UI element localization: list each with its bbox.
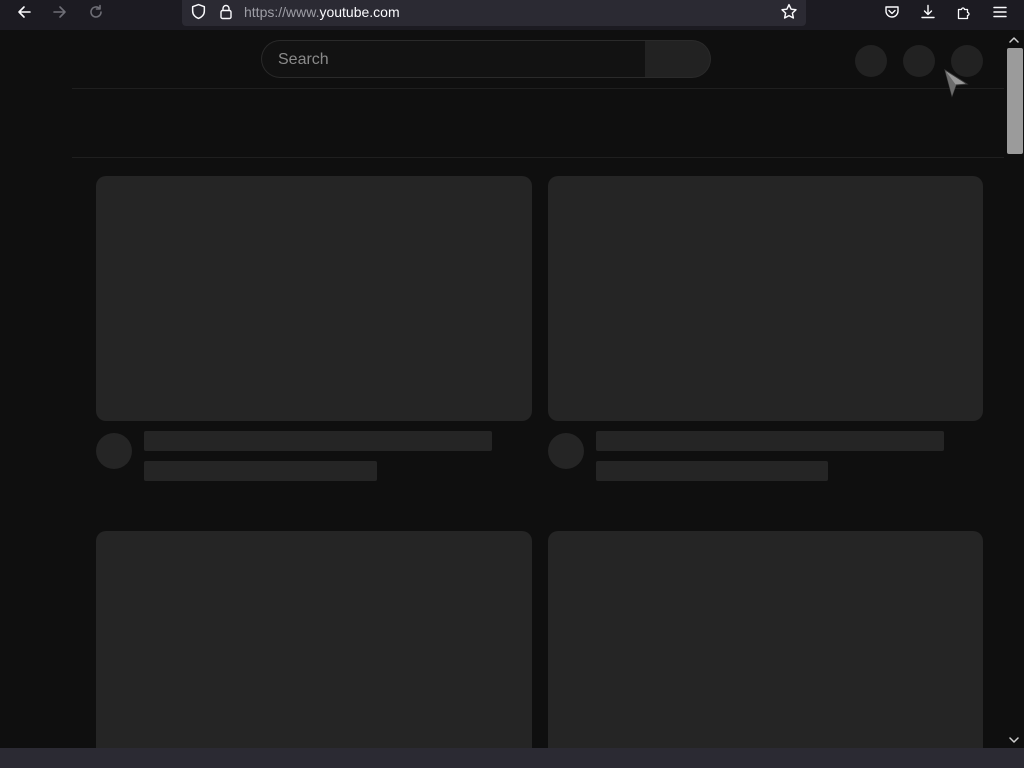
channel-avatar-skeleton <box>548 433 584 469</box>
pocket-button[interactable] <box>878 0 906 24</box>
url-text[interactable]: https://www.youtube.com <box>244 4 400 20</box>
address-bar[interactable]: https://www.youtube.com <box>182 0 806 26</box>
meta-skeleton <box>596 461 828 481</box>
scrollbar[interactable] <box>1004 30 1024 748</box>
status-bar <box>0 748 1024 768</box>
shield-icon[interactable] <box>190 3 207 20</box>
search-input[interactable]: Search <box>261 40 645 78</box>
arrow-right-icon <box>53 6 66 18</box>
url-scheme: https://www. <box>244 4 320 20</box>
search-placeholder: Search <box>278 51 329 68</box>
title-skeleton <box>144 431 492 451</box>
scroll-up-icon[interactable] <box>1008 34 1020 46</box>
lock-icon[interactable] <box>218 3 234 20</box>
back-button[interactable] <box>10 0 38 24</box>
search-button[interactable] <box>645 40 711 78</box>
video-thumbnail-skeleton <box>548 531 983 748</box>
browser-toolbar: https://www.youtube.com <box>0 0 1024 30</box>
scroll-down-icon[interactable] <box>1008 734 1020 746</box>
avatar-placeholder[interactable] <box>951 45 983 77</box>
menu-button[interactable] <box>986 0 1014 24</box>
header-icon-placeholder-1[interactable] <box>855 45 887 77</box>
arrow-left-icon <box>18 6 31 18</box>
downloads-button[interactable] <box>914 0 942 24</box>
scrollbar-thumb[interactable] <box>1007 48 1023 154</box>
reload-button[interactable] <box>82 0 110 24</box>
header-icon-placeholder-2[interactable] <box>903 45 935 77</box>
pocket-icon <box>885 6 899 18</box>
forward-button[interactable] <box>46 0 74 24</box>
title-skeleton <box>596 431 944 451</box>
chip-divider <box>72 157 1004 158</box>
video-thumbnail-skeleton <box>96 531 532 748</box>
download-icon <box>921 4 935 19</box>
reload-icon <box>90 4 102 18</box>
video-thumbnail-skeleton <box>548 176 983 421</box>
puzzle-icon <box>957 7 970 20</box>
url-host: youtube.com <box>319 4 400 20</box>
side-rail <box>0 30 72 748</box>
meta-skeleton <box>144 461 377 481</box>
hamburger-menu-icon <box>993 6 1007 18</box>
extensions-button[interactable] <box>950 0 978 24</box>
chip-bar-placeholder <box>72 89 1004 157</box>
video-thumbnail-skeleton <box>96 176 532 421</box>
channel-avatar-skeleton <box>96 433 132 469</box>
star-icon[interactable] <box>780 3 798 21</box>
page-viewport: Search <box>0 30 1024 748</box>
